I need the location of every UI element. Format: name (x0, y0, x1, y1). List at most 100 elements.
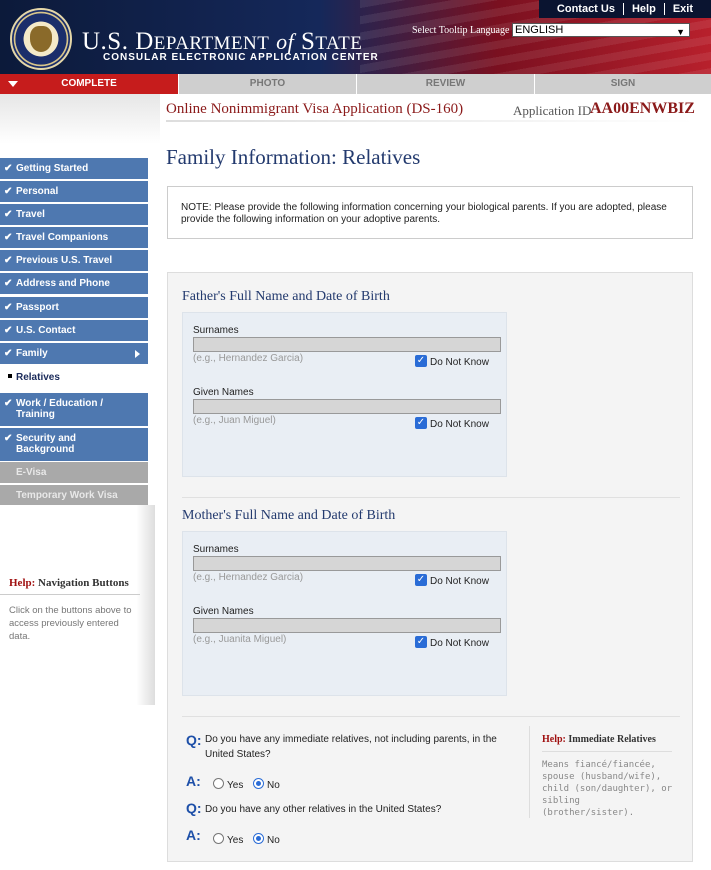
other-relatives-yes-radio[interactable] (213, 833, 224, 844)
contact-us-link[interactable]: Contact Us (549, 3, 623, 15)
sidebar-item-travel-companions[interactable]: ✔ Travel Companions (0, 227, 148, 249)
mother-given-names-do-not-know-label: Do Not Know (430, 638, 489, 649)
question-other-relatives: Do you have any other relatives in the U… (205, 804, 442, 815)
immediate-relatives-no-radio[interactable] (253, 778, 264, 789)
answer-marker: A: (186, 827, 201, 843)
page: Contact Us Help Exit U.S. DEPARTMENT of … (0, 0, 711, 870)
eagle-icon (30, 26, 52, 52)
mother-given-names-label: Given Names (193, 606, 254, 617)
dept-name-part: U.S. D (82, 28, 154, 55)
site-header: Contact Us Help Exit U.S. DEPARTMENT of … (0, 0, 711, 74)
triangle-down-icon (8, 81, 18, 87)
note-text: NOTE: Please provide the following infor… (181, 202, 667, 225)
title-rule (166, 120, 694, 122)
mother-panel: Surnames (e.g., Hernandez Garcia) ✓ Do N… (182, 531, 507, 696)
sidebar-item-label: Previous U.S. Travel (16, 255, 113, 266)
sidebar-item-work-education[interactable]: ✔ Work / Education / Training (0, 393, 148, 427)
tooltip-language-label: Select Tooltip Language (412, 25, 510, 36)
mother-given-names-hint: (e.g., Juanita Miguel) (193, 634, 287, 645)
help-navigation-text: Click on the buttons above to access pre… (9, 605, 132, 642)
question-marker: Q: (186, 732, 202, 748)
tab-shadow (0, 94, 160, 144)
sidebar-item-address-and-phone[interactable]: ✔ Address and Phone (0, 273, 148, 295)
father-surnames-do-not-know-checkbox[interactable]: ✓ (415, 355, 427, 367)
check-icon: ✔ (4, 433, 13, 444)
note-box: NOTE: Please provide the following infor… (167, 186, 693, 239)
father-surnames-label: Surnames (193, 325, 239, 336)
sidebar-item-us-contact[interactable]: ✔ U.S. Contact (0, 320, 148, 342)
divider (0, 594, 140, 595)
mother-given-names-do-not-know-checkbox[interactable]: ✓ (415, 636, 427, 648)
mother-surnames-hint: (e.g., Hernandez Garcia) (193, 572, 304, 583)
help-navigation-title: Help: Navigation Buttons (9, 577, 129, 589)
sidebar-item-label: Family (16, 348, 48, 359)
application-id-label: Application ID (513, 103, 592, 118)
tab-complete[interactable]: COMPLETE (0, 74, 178, 94)
caret-right-icon (135, 350, 140, 358)
question-marker: Q: (186, 800, 202, 816)
check-icon: ✔ (4, 278, 13, 289)
help-link[interactable]: Help (624, 3, 664, 15)
sidebar-item-travel[interactable]: ✔ Travel (0, 204, 148, 226)
mother-given-names-input[interactable] (193, 618, 501, 633)
help-title: Help: Immediate Relatives (542, 734, 656, 745)
immediate-relatives-yes-radio[interactable] (213, 778, 224, 789)
page-title: Family Information: Relatives (166, 145, 421, 169)
tab-sign[interactable]: SIGN (534, 74, 711, 94)
father-given-names-do-not-know-checkbox[interactable]: ✓ (415, 417, 427, 429)
father-surnames-hint: (e.g., Hernandez Garcia) (193, 353, 304, 364)
dept-name-of: of (276, 29, 295, 54)
application-id: AA00ENWBIZ (590, 100, 695, 117)
check-icon: ✔ (4, 302, 13, 313)
check-icon: ✔ (4, 255, 13, 266)
divider (182, 497, 680, 498)
father-given-names-input[interactable] (193, 399, 501, 414)
check-icon: ✔ (4, 325, 13, 336)
check-icon: ✔ (4, 232, 13, 243)
father-surnames-input[interactable] (193, 337, 501, 352)
relatives-form: Father's Full Name and Date of Birth Sur… (167, 272, 693, 862)
exit-link[interactable]: Exit (665, 3, 701, 15)
tab-photo[interactable]: PHOTO (178, 74, 356, 94)
tab-review[interactable]: REVIEW (356, 74, 534, 94)
sidebar-item-family[interactable]: ✔ Family (0, 343, 148, 365)
check-icon: ✔ (4, 163, 13, 174)
sidebar-item-passport[interactable]: ✔ Passport (0, 297, 148, 319)
immediate-relatives-yes-label: Yes (227, 780, 244, 791)
ceac-subtitle: CONSULAR ELECTRONIC APPLICATION CENTER (103, 52, 379, 63)
dept-name-part: EPARTMENT (153, 33, 270, 54)
sidebar-item-personal[interactable]: ✔ Personal (0, 181, 148, 203)
sidebar-item-previous-us-travel[interactable]: ✔ Previous U.S. Travel (0, 250, 148, 272)
tab-label: COMPLETE (61, 78, 117, 89)
other-relatives-yes-label: Yes (227, 835, 244, 846)
sidebar-item-label: Temporary Work Visa (16, 490, 118, 501)
mother-surnames-input[interactable] (193, 556, 501, 571)
other-relatives-no-radio[interactable] (253, 833, 264, 844)
sidebar-subitem-relatives[interactable]: Relatives (0, 367, 148, 389)
sidebar-subitem-label: Relatives (16, 372, 60, 383)
check-icon: ✔ (4, 348, 13, 359)
sidebar-item-temporary-work-visa: Temporary Work Visa (0, 485, 148, 507)
mother-surnames-do-not-know-label: Do Not Know (430, 576, 489, 587)
sidebar-item-security-background[interactable]: ✔ Security and Background (0, 428, 148, 462)
divider (182, 716, 680, 717)
father-surnames-do-not-know-label: Do Not Know (430, 357, 489, 368)
question-immediate-relatives: Do you have any immediate relatives, not… (205, 734, 497, 760)
dept-name-part: TATE (315, 33, 363, 54)
check-icon: ✔ (4, 209, 13, 220)
help-prefix: Help: (9, 577, 36, 589)
sidebar-item-label: Travel (16, 209, 45, 220)
immediate-relatives-no-label: No (267, 780, 280, 791)
mother-surnames-do-not-know-checkbox[interactable]: ✓ (415, 574, 427, 586)
top-links: Contact Us Help Exit (538, 0, 711, 18)
father-given-names-hint: (e.g., Juan Miguel) (193, 415, 276, 426)
tab-label: SIGN (610, 78, 636, 89)
sidebar-item-label: Work / Education / (16, 398, 104, 409)
tooltip-language-value: ENGLISH (515, 24, 564, 36)
answer-marker: A: (186, 773, 201, 789)
mother-section-title: Mother's Full Name and Date of Birth (182, 508, 396, 523)
sidebar-item-label: Getting Started (16, 163, 89, 174)
help-title: Navigation Buttons (38, 577, 129, 589)
tooltip-language-select[interactable]: ENGLISH ▼ (512, 23, 690, 37)
sidebar-item-getting-started[interactable]: ✔ Getting Started (0, 158, 148, 180)
